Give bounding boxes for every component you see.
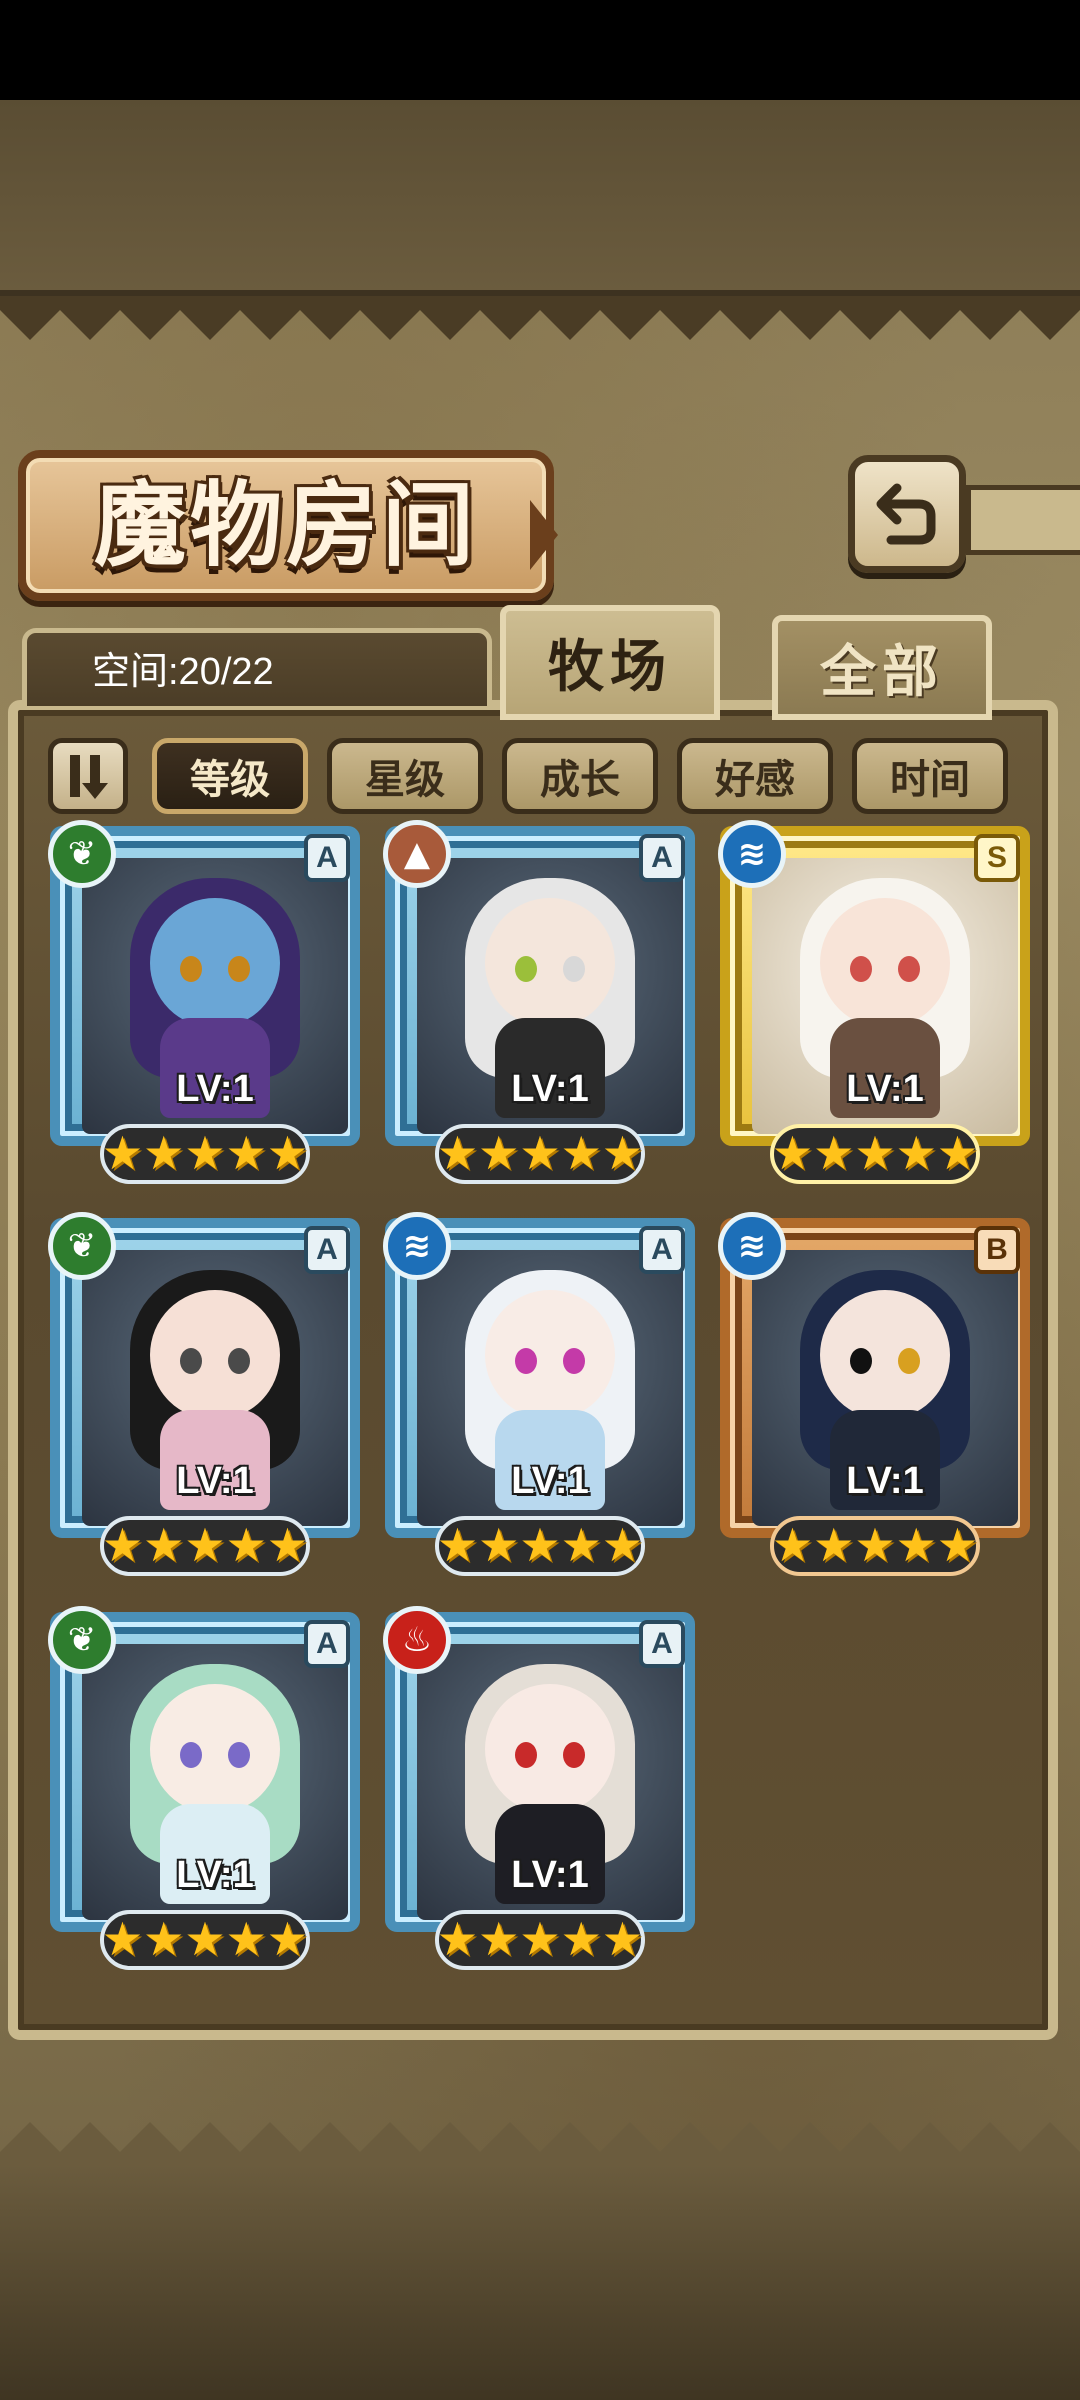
star-rating: ★ ★ ★ ★ ★	[435, 1124, 645, 1184]
sort-by-time-button[interactable]: 时间	[852, 738, 1008, 814]
monster-card[interactable]: LV:1 ♨ A ★ ★ ★ ★ ★	[383, 1606, 695, 1970]
top-border	[0, 100, 1080, 296]
status-bar	[0, 0, 1080, 100]
star-rating: ★ ★ ★ ★ ★	[770, 1124, 980, 1184]
level-label: LV:1	[176, 1068, 254, 1110]
return-arrow-icon	[876, 483, 936, 545]
bottom-border	[0, 2165, 1080, 2400]
back-button[interactable]	[848, 455, 966, 573]
sort-order-icon	[70, 755, 108, 799]
monster-card[interactable]: LV:1 ▲ A ★ ★ ★ ★ ★	[383, 820, 695, 1184]
top-zigzag-trim	[0, 296, 1080, 340]
mountain-icon: ▲	[383, 820, 451, 888]
star-rating: ★ ★ ★ ★ ★	[770, 1516, 980, 1576]
sort-order-toggle[interactable]	[48, 738, 128, 814]
monster-card[interactable]: LV:1 ≋ A ★ ★ ★ ★ ★	[383, 1212, 695, 1576]
sort-by-growth-button[interactable]: 成长	[502, 738, 658, 814]
monster-card[interactable]: LV:1 ❦ A ★ ★ ★ ★ ★	[48, 1606, 360, 1970]
grade-badge: S	[974, 834, 1020, 882]
grade-badge: A	[639, 834, 685, 882]
star-rating: ★ ★ ★ ★ ★	[100, 1516, 310, 1576]
sort-by-level-button[interactable]: 等级	[152, 738, 308, 814]
star-rating: ★ ★ ★ ★ ★	[100, 1124, 310, 1184]
leaf-icon: ❦	[48, 1606, 116, 1674]
tab-all[interactable]: 全部	[772, 615, 992, 720]
grade-badge: A	[639, 1226, 685, 1274]
star-rating: ★ ★ ★ ★ ★	[435, 1516, 645, 1576]
level-label: LV:1	[511, 1068, 589, 1110]
page-title: 魔物房间	[93, 471, 478, 579]
monster-card[interactable]: LV:1 ❦ A ★ ★ ★ ★ ★	[48, 1212, 360, 1576]
star-rating: ★ ★ ★ ★ ★	[435, 1910, 645, 1970]
level-label: LV:1	[846, 1068, 924, 1110]
leaf-icon: ❦	[48, 1212, 116, 1280]
tab-ranch[interactable]: 牧场	[500, 605, 720, 720]
level-label: LV:1	[511, 1854, 589, 1896]
water-wave-icon: ≋	[383, 1212, 451, 1280]
grade-badge: A	[639, 1620, 685, 1668]
level-label: LV:1	[176, 1854, 254, 1896]
star-rating: ★ ★ ★ ★ ★	[100, 1910, 310, 1970]
monster-card[interactable]: LV:1 ❦ A ★ ★ ★ ★ ★	[48, 820, 360, 1184]
level-label: LV:1	[176, 1460, 254, 1502]
level-label: LV:1	[511, 1460, 589, 1502]
space-capacity-label: 空间:20/22	[92, 651, 274, 693]
title-plate: 魔物房间	[18, 450, 554, 601]
water-wave-icon: ≋	[718, 820, 786, 888]
grade-badge: B	[974, 1226, 1020, 1274]
back-button-rail	[966, 485, 1080, 555]
grade-badge: A	[304, 1226, 350, 1274]
bottom-zigzag-trim	[0, 2122, 1080, 2166]
monster-card[interactable]: LV:1 ≋ S ★ ★ ★ ★ ★	[718, 820, 1030, 1184]
sort-by-affection-button[interactable]: 好感	[677, 738, 833, 814]
grade-badge: A	[304, 1620, 350, 1668]
leaf-icon: ❦	[48, 820, 116, 888]
title-plate-tail	[530, 500, 558, 570]
water-wave-icon: ≋	[718, 1212, 786, 1280]
level-label: LV:1	[846, 1460, 924, 1502]
grade-badge: A	[304, 834, 350, 882]
monster-card[interactable]: LV:1 ≋ B ★ ★ ★ ★ ★	[718, 1212, 1030, 1576]
sort-by-stars-button[interactable]: 星级	[327, 738, 483, 814]
flame-icon: ♨	[383, 1606, 451, 1674]
